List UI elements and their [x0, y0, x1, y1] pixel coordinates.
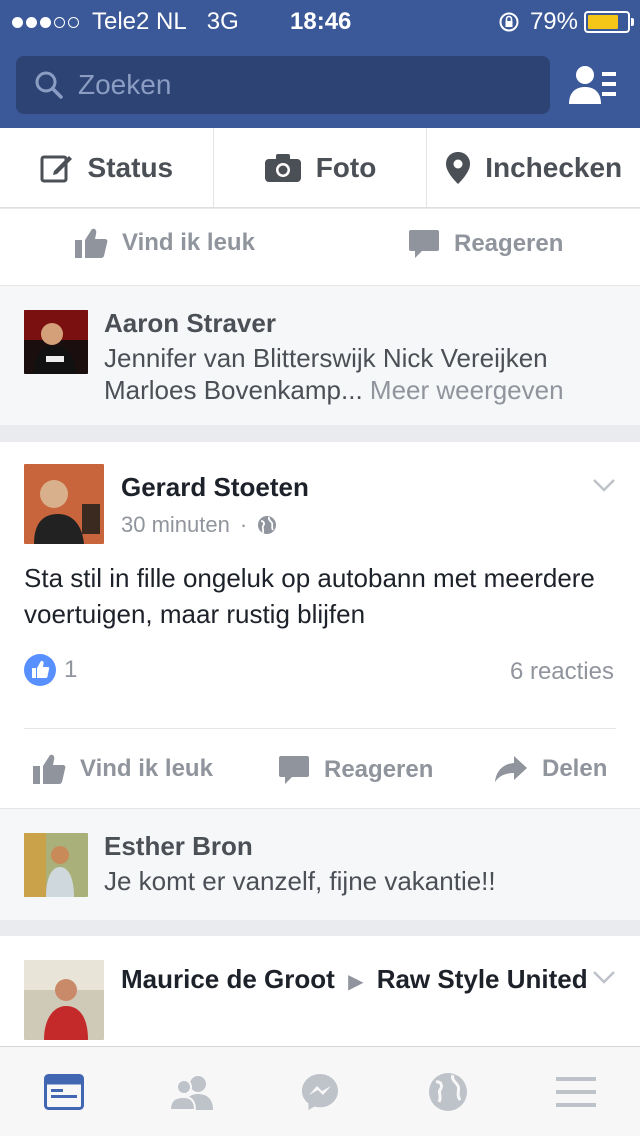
status-button[interactable]: Status [0, 128, 213, 207]
like-reaction-icon [24, 654, 56, 686]
comment-preview[interactable]: Esther Bron Je komt er vanzelf, fijne va… [0, 808, 640, 920]
status-label: Status [87, 151, 174, 183]
chevron-down-icon[interactable] [592, 478, 616, 492]
reactions-summary[interactable]: 1 [24, 654, 77, 686]
chevron-down-icon[interactable] [592, 970, 616, 984]
edit-icon [40, 155, 72, 182]
checkin-label: Inchecken [485, 151, 623, 183]
globe-icon [258, 516, 277, 534]
post-card: Gerard Stoeten 30 minuten · Sta stil in … [0, 442, 640, 920]
post-meta: 30 minuten · [121, 512, 277, 538]
comment-button[interactable]: Reageren [278, 755, 433, 785]
share-arrow-icon [495, 756, 527, 782]
comment-count[interactable]: 6 reacties [510, 658, 614, 686]
battery-icon [584, 11, 634, 33]
thumbs-up-icon [33, 754, 66, 784]
comment-text: Je komt er vanzelf, fijne vakantie!! [104, 866, 496, 896]
comment-author[interactable]: Aaron Straver [104, 308, 276, 339]
carrier-name: Tele2 NL [92, 8, 187, 35]
network-type: 3G [206, 8, 239, 35]
camera-icon [264, 153, 301, 182]
avatar [24, 310, 88, 374]
show-more-link[interactable]: Meer weergeven [370, 375, 564, 405]
clock: 18:46 [290, 8, 352, 35]
like-button[interactable]: Vind ik leuk [32, 753, 213, 785]
like-label: Vind ik leuk [80, 755, 213, 782]
notifications-globe-icon [429, 1072, 467, 1111]
checkin-button[interactable]: Inchecken [426, 128, 640, 207]
post-time[interactable]: 30 minuten [121, 512, 230, 538]
status-bar: Tele2 NL 3G 18:46 79% [0, 0, 640, 42]
search-icon [35, 71, 63, 99]
friend-requests-icon[interactable] [568, 60, 618, 110]
previous-post-actions: Vind ik leuk Reageren [0, 209, 640, 285]
post-actions: Vind ik leuk Reageren Delen [0, 729, 640, 809]
share-button[interactable]: Delen [494, 755, 607, 783]
next-post-header: Maurice de Groot ▶ Raw Style United [121, 962, 591, 999]
like-label: Vind ik leuk [122, 229, 255, 256]
comment-label: Reageren [324, 756, 434, 783]
composer-bar: Status Foto Inchecken [0, 128, 640, 208]
comment-bubble-icon [279, 756, 309, 784]
share-label: Delen [542, 755, 608, 782]
comment-label: Reageren [454, 230, 564, 257]
location-pin-icon [446, 151, 471, 184]
avatar [24, 833, 88, 897]
thumbs-up-icon [75, 228, 108, 258]
friends-icon [169, 1075, 213, 1110]
search-bar[interactable] [16, 56, 550, 114]
meta-separator: · [239, 512, 248, 537]
comment-preview[interactable]: Aaron Straver Jennifer van Blitterswijk … [0, 285, 640, 425]
like-count: 1 [64, 656, 78, 683]
comment-button[interactable]: Reageren [408, 229, 563, 259]
comment-bubble-icon [409, 230, 439, 258]
top-header: Tele2 NL 3G 18:46 79% [0, 0, 640, 128]
tab-news-feed[interactable] [0, 1047, 128, 1136]
comment-text: Jennifer van Blitterswijk Nick Vereijken… [104, 342, 624, 406]
avatar[interactable] [24, 960, 104, 1040]
battery-percent: 79% [529, 8, 578, 35]
comment-author[interactable]: Esther Bron [104, 831, 253, 862]
search-input[interactable] [78, 69, 498, 101]
orientation-lock-icon [499, 12, 519, 32]
bottom-tab-bar [0, 1046, 640, 1136]
news-feed-icon [44, 1073, 84, 1110]
previous-post-card: Vind ik leuk Reageren Aaron Straver Jenn… [0, 209, 640, 425]
tab-menu[interactable] [512, 1047, 640, 1136]
avatar[interactable] [24, 464, 104, 544]
like-button[interactable]: Vind ik leuk [74, 227, 255, 259]
tab-notifications[interactable] [384, 1047, 512, 1136]
tab-friends[interactable] [128, 1047, 256, 1136]
signal-strength [12, 16, 82, 28]
tab-messenger[interactable] [256, 1047, 384, 1136]
post-author[interactable]: Gerard Stoeten [121, 472, 309, 503]
arrow-right-icon: ▶ [348, 971, 364, 993]
post-author[interactable]: Maurice de Groot [121, 964, 335, 994]
messenger-icon [302, 1073, 338, 1110]
next-post-card: Maurice de Groot ▶ Raw Style United [0, 936, 640, 1056]
menu-icon [556, 1076, 596, 1107]
post-text: Sta stil in fille ongeluk op autobann me… [24, 563, 595, 629]
photo-button[interactable]: Foto [212, 128, 427, 207]
post-target[interactable]: Raw Style United [377, 964, 588, 994]
photo-label: Foto [315, 151, 377, 183]
